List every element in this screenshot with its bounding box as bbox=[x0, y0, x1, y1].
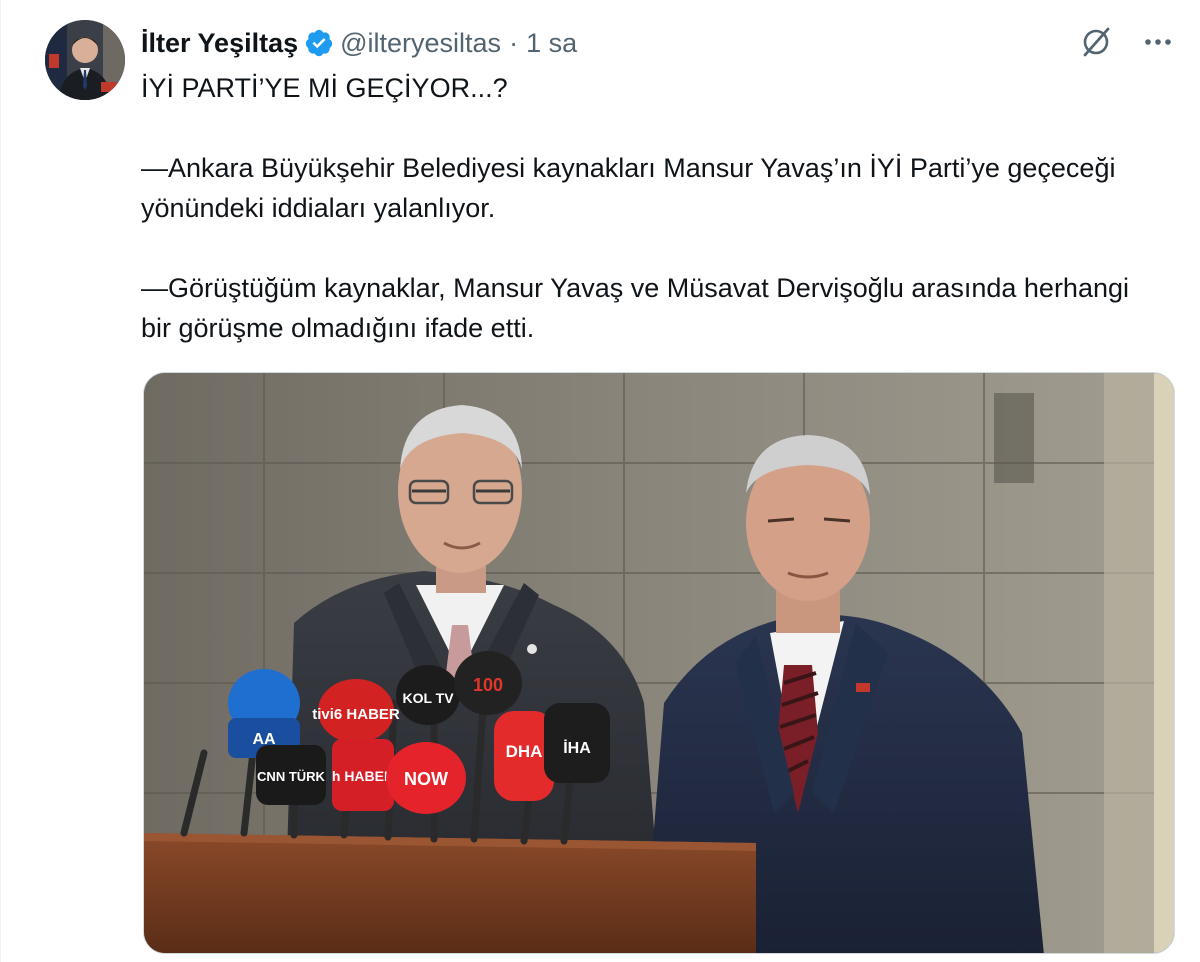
mic-label-dha: DHA bbox=[506, 742, 543, 761]
mic-label-tivi6: tivi6 HABER bbox=[312, 706, 400, 723]
tweet-card[interactable]: İlter Yeşiltaş @ilteryesiltas · 1 sa İYİ… bbox=[0, 0, 1200, 962]
microphone-cnn-turk: CNN TÜRK bbox=[256, 745, 326, 805]
microphone-aa: AA bbox=[228, 669, 300, 758]
microphone-haber: h HABER bbox=[332, 739, 394, 811]
tweet-text-paragraph: —Görüştüğüm kaynaklar, Mansur Yavaş ve M… bbox=[141, 273, 1137, 343]
tweet-timestamp[interactable]: 1 sa bbox=[526, 28, 577, 59]
mic-label-kol-tv: KOL TV bbox=[402, 690, 454, 706]
more-icon[interactable] bbox=[1140, 24, 1176, 60]
microphone-iha: İHA bbox=[544, 703, 610, 783]
grok-icon[interactable] bbox=[1078, 24, 1114, 60]
avatar[interactable] bbox=[45, 20, 125, 100]
tweet-actions bbox=[1078, 24, 1176, 60]
tweet-text-paragraph: —Ankara Büyükşehir Belediyesi kaynakları… bbox=[141, 153, 1123, 223]
tweet-photo[interactable]: AA tivi6 HABER KOL TV 100 CNN TÜRK h HAB… bbox=[143, 372, 1175, 954]
tweet-text: İYİ PARTİ’YE Mİ GEÇİYOR...? —Ankara Büyü… bbox=[141, 68, 1151, 348]
microphone-100: 100 bbox=[454, 651, 522, 715]
author-handle[interactable]: @ilteryesiltas bbox=[340, 28, 501, 59]
mic-label-cnn-turk: CNN TÜRK bbox=[257, 769, 325, 784]
separator-dot: · bbox=[509, 27, 519, 58]
tweet-header: İlter Yeşiltaş @ilteryesiltas · 1 sa bbox=[141, 24, 577, 62]
press-conference-photo: AA tivi6 HABER KOL TV 100 CNN TÜRK h HAB… bbox=[144, 373, 1174, 953]
mic-label-h-haber: h HABER bbox=[332, 768, 394, 784]
mic-label-iha: İHA bbox=[563, 739, 591, 757]
microphone-kol-tv: KOL TV bbox=[396, 665, 460, 725]
author-display-name[interactable]: İlter Yeşiltaş bbox=[141, 28, 298, 59]
mic-label-100: 100 bbox=[473, 675, 503, 695]
mic-label-now: NOW bbox=[404, 769, 448, 789]
microphone-now: NOW bbox=[386, 742, 466, 814]
tweet-text-paragraph: İYİ PARTİ’YE Mİ GEÇİYOR...? bbox=[141, 73, 508, 103]
verified-badge-icon bbox=[304, 28, 334, 58]
